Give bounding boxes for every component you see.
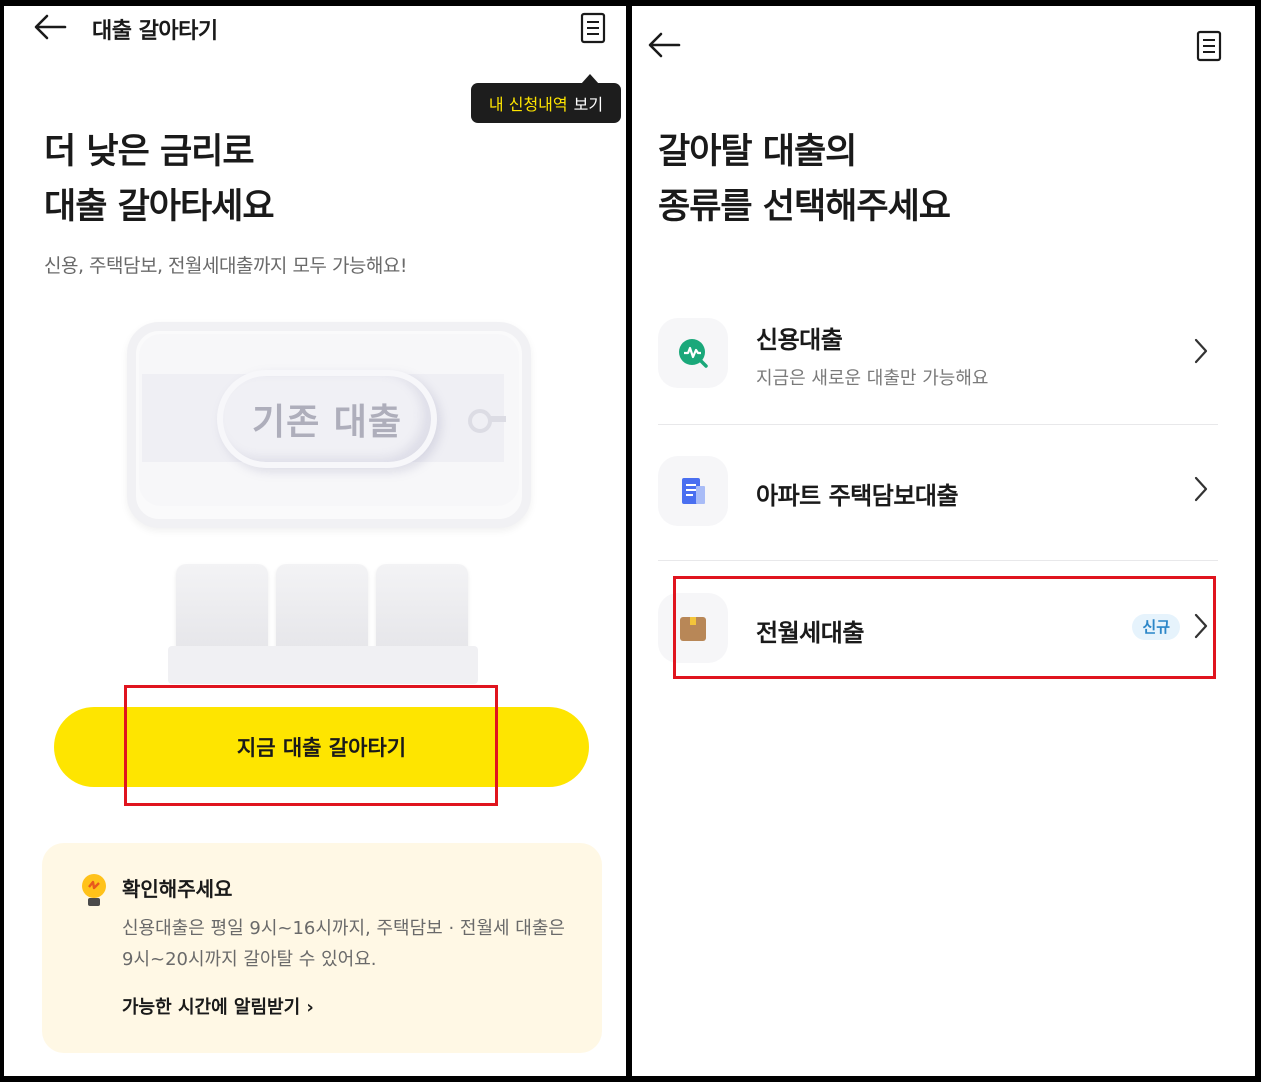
back-arrow-icon[interactable] — [32, 12, 68, 42]
loan-switch-intro-screen: 대출 갈아타기 내 신청내역 보기 더 낮은 금리로 대출 갈아타세요 신용, … — [4, 6, 626, 1076]
existing-loan-pill-label: 기존 대출 — [251, 402, 402, 443]
mortgage-icon-box — [658, 456, 728, 526]
page-headline: 갈아탈 대출의 종류를 선택해주세요 — [658, 132, 951, 227]
seat-right — [376, 564, 468, 656]
apartment-document-icon — [682, 478, 705, 504]
back-arrow-icon[interactable] — [646, 30, 682, 60]
loan-type-title: 신용대출 — [756, 326, 843, 354]
header-title: 대출 갈아타기 — [92, 19, 218, 44]
loan-type-credit[interactable]: 신용대출 지금은 새로운 대출만 가능해요 — [658, 298, 1218, 408]
key-bar — [488, 416, 506, 422]
existing-loan-pill: 기존 대출 — [217, 370, 437, 468]
history-document-icon[interactable] — [1196, 30, 1222, 62]
notice-card: 확인해주세요 신용대출은 평일 9시~16시까지, 주택담보 · 전월세 대출은… — [42, 843, 602, 1053]
divider — [658, 560, 1218, 561]
notice-body: 신용대출은 평일 9시~16시까지, 주택담보 · 전월세 대출은 9시~20시… — [122, 918, 565, 970]
divider — [658, 424, 1218, 425]
page-subtitle: 신용, 주택담보, 전월세대출까지 모두 가능해요! — [44, 255, 407, 277]
loan-type-apartment-mortgage[interactable]: 아파트 주택담보대출 — [658, 436, 1218, 546]
credit-icon-box — [658, 318, 728, 388]
history-document-icon[interactable] — [580, 12, 606, 44]
notify-available-time-link[interactable]: 가능한 시간에 알림받기 › — [122, 993, 314, 1019]
tooltip-highlight-text: 내 신청내역 — [488, 95, 568, 114]
seat-left — [176, 564, 268, 656]
loan-type-select-screen: 갈아탈 대출의 종류를 선택해주세요 신용대출 지금은 새로운 대출만 가능해요… — [632, 6, 1255, 1076]
seat-base — [168, 646, 478, 684]
loan-type-desc: 지금은 새로운 대출만 가능해요 — [756, 368, 989, 389]
credit-chart-icon — [679, 339, 708, 368]
seat-middle — [276, 564, 368, 656]
page-headline: 더 낮은 금리로 대출 갈아타세요 — [44, 132, 275, 227]
loan-type-title: 아파트 주택담보대출 — [756, 482, 959, 510]
application-history-tooltip[interactable]: 내 신청내역 보기 — [471, 74, 621, 123]
chevron-right-icon — [1194, 338, 1208, 364]
highlight-box-cta — [124, 685, 498, 806]
highlight-box-jeonse — [673, 576, 1216, 679]
lightbulb-icon — [82, 874, 106, 906]
chevron-right-icon — [1194, 476, 1208, 502]
tooltip-rest-text: 보기 — [573, 95, 604, 114]
notice-title: 확인해주세요 — [122, 877, 233, 901]
